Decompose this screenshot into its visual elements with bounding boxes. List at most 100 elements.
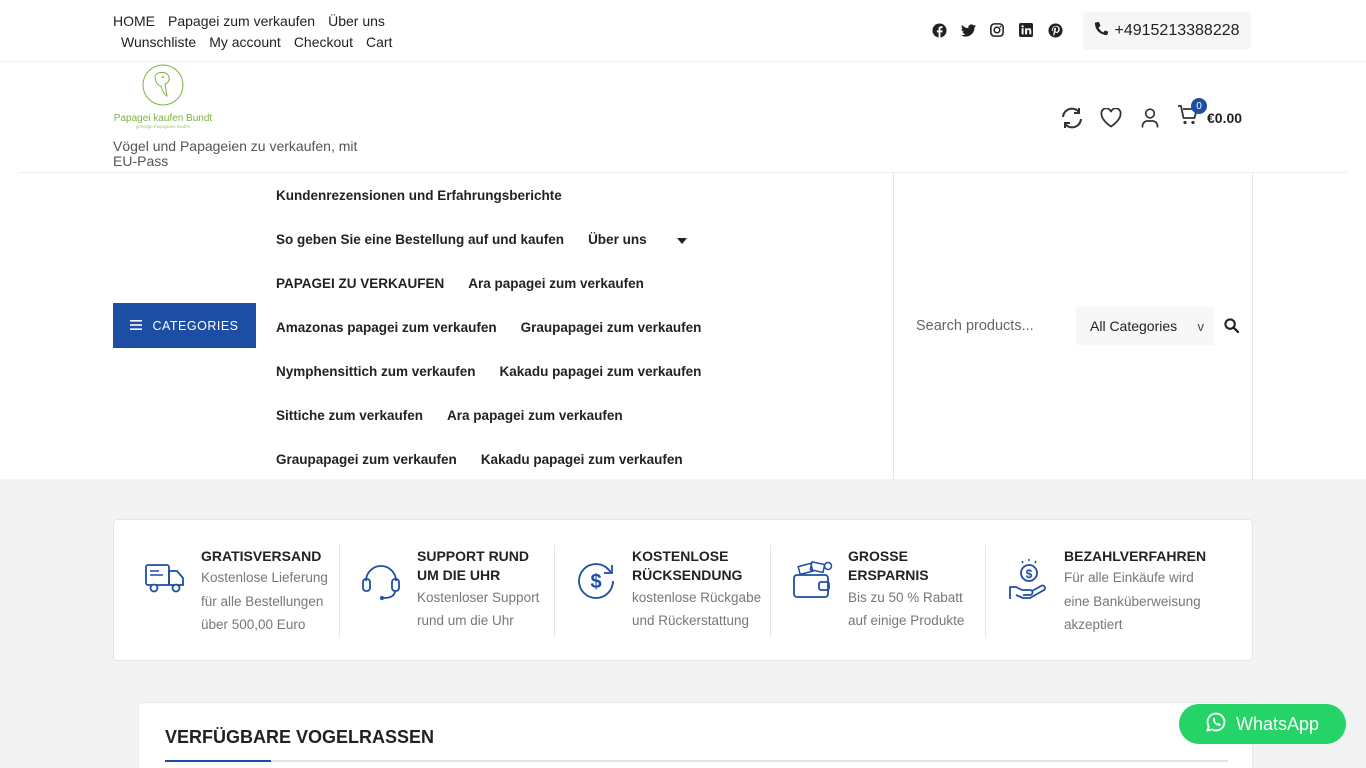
feature-desc-line: und Rückerstattung (632, 613, 750, 628)
linkedin-icon[interactable] (1018, 22, 1034, 38)
top-links: HOME Papagei zum verkaufen Über uns Wunsch… (113, 11, 413, 53)
product-search: Search products... All Categories v (916, 306, 1240, 346)
feature-desc-line: auf einige Produkte (848, 613, 965, 628)
top-link-account[interactable]: My account (209, 32, 281, 53)
caret-down-icon (676, 232, 687, 247)
wallet-icon (791, 559, 837, 605)
phone-number: +4915213388228 (1114, 22, 1240, 39)
search-icon[interactable] (1224, 318, 1240, 338)
whatsapp-button[interactable]: WhatsApp (1179, 704, 1346, 744)
svg-text:$: $ (590, 571, 601, 593)
select-arrow-icon: v (1197, 319, 1205, 334)
top-link-about[interactable]: Über uns (328, 11, 385, 32)
menu-item-ara[interactable]: Ara papagei zum verkaufen (468, 276, 644, 291)
feature-desc-line: Kostenlose Lieferung (201, 570, 328, 585)
menu-item-sittiche[interactable]: Sittiche zum verkaufen (276, 408, 423, 423)
cart-button[interactable]: 0 €0.00 (1177, 98, 1243, 131)
feature-title: BEZAHLVERFAHREN (1064, 548, 1207, 564)
logo-subtext: günstige Papageien kaufen (136, 124, 191, 129)
phone-icon (1094, 21, 1110, 41)
feature-desc-line: Für alle Einkäufe wird (1064, 570, 1194, 585)
breeds-section: VERFÜGBARE VOGELRASSEN (138, 702, 1253, 768)
feature-desc-line: für alle Bestellungen (201, 594, 324, 609)
menu-row: So geben Sie eine Bestellung auf und kau… (276, 217, 886, 261)
menu-item-amazonas[interactable]: Amazonas papagei zum verkaufen (276, 320, 497, 335)
search-divider-left (893, 173, 894, 479)
menu-row: Graupapagei zum verkaufen Kakadu papagei… (276, 437, 886, 481)
feature-savings: GROSSE ERSPARNIS Bis zu 50 % Rabatt auf … (791, 545, 987, 637)
search-input[interactable]: Search products... (916, 318, 1076, 334)
top-link-home[interactable]: HOME (113, 11, 155, 32)
top-links-row2: Wunschliste My account Checkout Cart (113, 32, 413, 53)
wishlist-heart-icon[interactable] (1099, 106, 1123, 130)
top-link-checkout[interactable]: Checkout (294, 32, 353, 53)
features-box: GRATISVERSAND Kostenlose Lieferung für a… (113, 519, 1253, 661)
social-links (931, 22, 1063, 38)
section-title-accent (165, 760, 271, 762)
cart-count-badge: 0 (1191, 98, 1207, 114)
feature-separator (339, 545, 340, 637)
truck-icon (144, 559, 190, 605)
feature-title: GROSSE ERSPARNIS (848, 548, 929, 583)
menu-item-reviews[interactable]: Kundenrezensionen und Erfahrungsberichte (276, 188, 562, 203)
menu-item-nymphensittich[interactable]: Nymphensittich zum verkaufen (276, 364, 476, 379)
pinterest-icon[interactable] (1047, 22, 1063, 38)
feature-title: KOSTENLOSE RÜCKSENDUNG (632, 548, 743, 583)
compare-icon[interactable] (1060, 106, 1084, 130)
whatsapp-icon (1206, 712, 1226, 737)
category-select-value: All Categories (1090, 318, 1178, 334)
menu-item-kakadu[interactable]: Kakadu papagei zum verkaufen (500, 364, 702, 379)
hamburger-icon (130, 319, 143, 333)
headset-icon (360, 559, 406, 605)
menu-item-kakadu-2[interactable]: Kakadu papagei zum verkaufen (481, 452, 683, 467)
category-select[interactable]: All Categories v (1076, 307, 1214, 345)
menu-item-graupapagei[interactable]: Graupapagei zum verkaufen (521, 320, 702, 335)
logo-text: Papagei kaufen Bundt (114, 113, 213, 124)
feature-desc-line: über 500,00 Euro (201, 617, 306, 632)
top-bar: HOME Papagei zum verkaufen Über uns Wunsch… (0, 0, 1366, 62)
site-tagline: Vögel und Papageien zu verkaufen, mit EU… (113, 138, 358, 169)
menu-item-about-dropdown[interactable]: Über uns (588, 232, 711, 247)
menu-row: Sittiche zum verkaufen Ara papagei zum v… (276, 393, 886, 437)
feature-title: SUPPORT RUND UM DIE UHR (417, 548, 530, 583)
refund-dollar-icon: $ (575, 559, 621, 605)
phone-button[interactable]: +4915213388228 (1083, 12, 1251, 50)
feature-title: GRATISVERSAND (201, 548, 322, 564)
search-divider-right (1252, 173, 1253, 479)
twitter-icon[interactable] (960, 22, 976, 38)
top-link-wishlist[interactable]: Wunschliste (121, 32, 196, 53)
feature-separator (985, 545, 986, 637)
menu-row: PAPAGEI ZU VERKAUFEN Ara papagei zum ver… (276, 261, 886, 305)
feature-desc-line: Bis zu 50 % Rabatt (848, 590, 963, 605)
facebook-icon[interactable] (931, 22, 947, 38)
instagram-icon[interactable] (989, 22, 1005, 38)
hand-money-icon: $ (1007, 559, 1053, 605)
section-title: VERFÜGBARE VOGELRASSEN (165, 727, 435, 747)
top-link-cart[interactable]: Cart (366, 32, 392, 53)
feature-payment: $ BEZAHLVERFAHREN Für alle Einkäufe wird… (1007, 545, 1217, 637)
feature-separator (554, 545, 555, 637)
feature-desc-line: rund um die Uhr (417, 613, 514, 628)
menu-item-graupapagei-2[interactable]: Graupapagei zum verkaufen (276, 452, 457, 467)
site-logo[interactable]: Papagei kaufen Bundt günstige Papageien … (113, 64, 213, 130)
feature-desc-line: kostenlose Rückgabe (632, 590, 762, 605)
menu-item-how-to-order[interactable]: So geben Sie eine Bestellung auf und kau… (276, 232, 564, 247)
main-menu: Kundenrezensionen und Erfahrungsberichte… (276, 173, 886, 481)
cart-total: €0.00 (1207, 109, 1243, 126)
feature-desc-line: akzeptiert (1064, 617, 1123, 632)
feature-shipping: GRATISVERSAND Kostenlose Lieferung für a… (144, 545, 340, 637)
menu-item-about-label: Über uns (588, 231, 647, 247)
feature-support: SUPPORT RUND UM DIE UHR Kostenloser Supp… (360, 545, 556, 637)
menu-item-ara-2[interactable]: Ara papagei zum verkaufen (447, 408, 623, 423)
whatsapp-label: WhatsApp (1235, 713, 1320, 734)
account-user-icon[interactable] (1138, 106, 1162, 130)
categories-button[interactable]: CATEGORIES (113, 303, 256, 348)
feature-desc-line: Kostenloser Support (417, 590, 540, 605)
menu-row: Kundenrezensionen und Erfahrungsberichte (276, 173, 886, 217)
menu-item-papagei[interactable]: PAPAGEI ZU VERKAUFEN (276, 276, 444, 291)
top-link-papagei[interactable]: Papagei zum verkaufen (168, 11, 315, 32)
top-links-row1: HOME Papagei zum verkaufen Über uns (113, 11, 413, 32)
header-icons: 0 €0.00 (1060, 98, 1243, 131)
categories-label: CATEGORIES (152, 318, 239, 333)
feature-returns: $ KOSTENLOSE RÜCKSENDUNG kostenlose Rück… (575, 545, 771, 637)
